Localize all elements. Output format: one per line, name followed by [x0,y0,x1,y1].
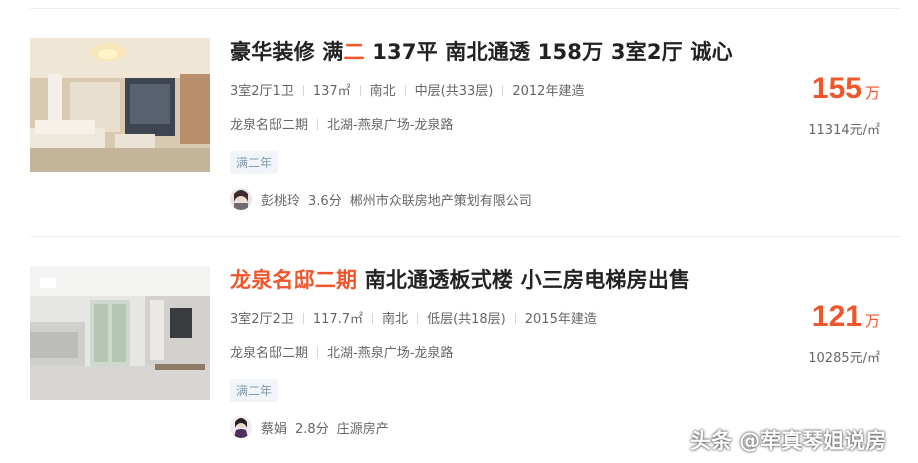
agent-info: 蔡娟 2.8分 庄源房产 [230,416,389,438]
title-text: 南北通透板式楼 小三房电梯房出售 [357,268,691,292]
area: 137㎡ [312,84,351,99]
total-price: 121 万 [812,300,880,334]
separator [417,313,419,324]
separator [514,313,516,324]
status-tag: 满二年 [230,151,279,174]
floor: 中层(共33层) [414,84,494,99]
total-price: 155 万 [812,72,880,106]
price-unit: 万 [864,84,880,102]
unit-price: 10285元/㎡ [808,351,880,366]
unit-price: 11314元/㎡ [808,123,880,138]
separator [302,313,304,324]
watermark: 头条 @荦真琴姐说房 [690,429,887,453]
orientation: 南北 [369,84,396,99]
separator [302,85,304,96]
separator [317,347,319,358]
listing-card-1[interactable]: 豪华装修 满二 137平 南北通透 158万 3室2厅 诚心 3室2厅1卫 137… [0,0,918,210]
title-highlight: 龙泉名邸二期 [230,268,358,292]
orientation: 南北 [382,312,409,327]
location-info: 龙泉名邸二期 北湖-燕泉广场-龙泉路 [230,342,453,361]
area: 117.7㎡ [312,312,364,327]
price-unit: 万 [864,312,880,330]
community-link[interactable]: 龙泉名邸二期 [230,346,308,361]
house-info: 3室2厅2卫 117.7㎡ 南北 低层(共18层) 2015年建造 [230,308,597,327]
price-value: 121 [811,300,862,333]
listing-photo[interactable] [30,38,210,172]
district-link[interactable]: 北湖-燕泉广场-龙泉路 [327,118,453,133]
agent-name[interactable]: 蔡娟 [261,418,287,437]
agent-name[interactable]: 彭桃玲 [261,190,300,209]
title-highlight: 二 [343,40,365,64]
separator [502,85,504,96]
listing-title[interactable]: 豪华装修 满二 137平 南北通透 158万 3室2厅 诚心 [230,36,733,66]
location-info: 龙泉名邸二期 北湖-燕泉广场-龙泉路 [230,114,453,133]
separator [404,85,406,96]
agent-score: 3.6分 [308,193,342,209]
agent-avatar[interactable] [230,416,252,438]
district-link[interactable]: 北湖-燕泉广场-龙泉路 [327,346,453,361]
status-tag: 满二年 [230,379,279,402]
layout: 3室2厅2卫 [230,312,294,327]
listing-photo[interactable] [30,266,210,400]
floor: 低层(共18层) [427,312,506,327]
listing-title[interactable]: 龙泉名邸二期 南北通透板式楼 小三房电梯房出售 [230,264,690,294]
house-info: 3室2厅1卫 137㎡ 南北 中层(共33层) 2012年建造 [230,80,584,99]
separator [359,85,361,96]
title-text: 137平 南北通透 158万 3室2厅 诚心 [364,40,733,64]
separator [317,119,319,130]
community-link[interactable]: 龙泉名邸二期 [230,118,308,133]
separator [372,313,374,324]
listing-card-2[interactable]: 龙泉名邸二期 南北通透板式楼 小三房电梯房出售 3室2厅2卫 117.7㎡ 南北 低层… [0,228,918,438]
title-text: 豪华装修 满 [230,40,344,64]
build-year: 2015年建造 [524,312,597,327]
price-value: 155 [811,72,862,105]
agent-company[interactable]: 郴州市众联房地产策划有限公司 [350,190,532,209]
agent-score: 2.8分 [295,421,329,437]
layout: 3室2厅1卫 [230,84,294,99]
agent-company[interactable]: 庄源房产 [337,418,389,437]
agent-avatar[interactable] [230,188,252,210]
agent-info: 彭桃玲 3.6分 郴州市众联房地产策划有限公司 [230,188,532,210]
build-year: 2012年建造 [512,84,585,99]
